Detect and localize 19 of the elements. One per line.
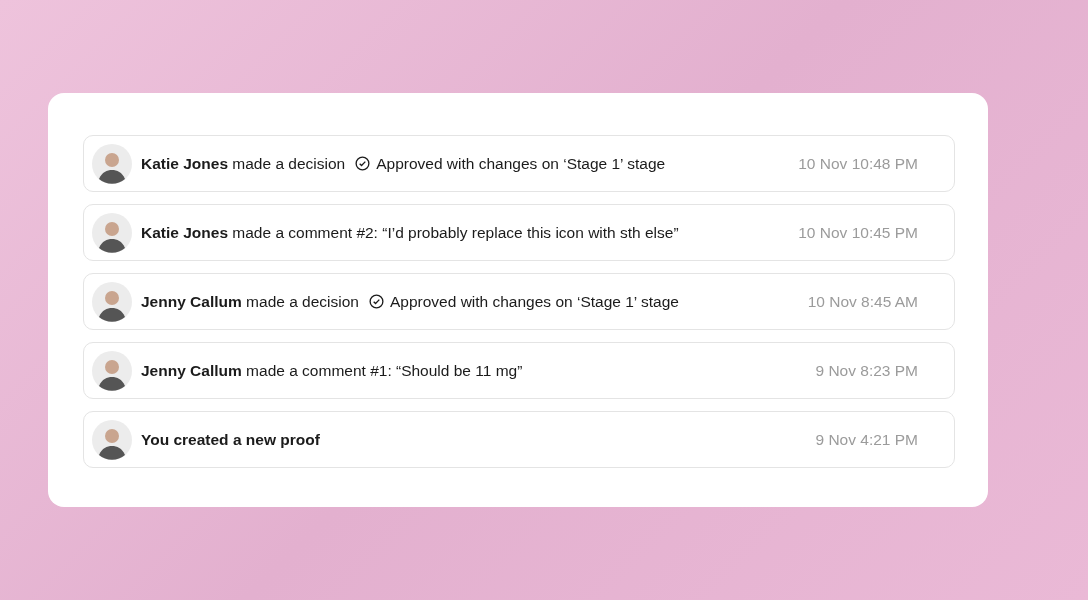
timestamp: 10 Nov 8:45 AM bbox=[807, 292, 918, 311]
avatar bbox=[92, 419, 132, 460]
check-circle-icon bbox=[355, 156, 371, 171]
timestamp: 9 Nov 4:21 PM bbox=[815, 430, 918, 449]
check-circle-icon bbox=[368, 294, 384, 309]
activity-text: You created a new proof bbox=[141, 430, 320, 449]
decision-text: Approved with changes on ‘Stage 1’ stage bbox=[389, 292, 679, 311]
avatar bbox=[92, 281, 132, 322]
timestamp: 10 Nov 10:45 PM bbox=[798, 223, 918, 242]
decision-text: Approved with changes on ‘Stage 1’ stage bbox=[376, 154, 666, 173]
timestamp: 10 Nov 10:48 PM bbox=[798, 154, 918, 173]
avatar bbox=[92, 350, 132, 391]
timestamp: 9 Nov 8:23 PM bbox=[815, 361, 918, 380]
activity-text: Katie Jones made a decision bbox=[141, 154, 346, 173]
avatar bbox=[92, 212, 132, 253]
avatar bbox=[92, 143, 132, 184]
activity-text: Katie Jones made a comment #2: “I’d probably replace this icon with sth else” bbox=[141, 223, 679, 242]
activity-text: Jenny Callum made a decision bbox=[141, 292, 359, 311]
activity-text: Jenny Callum made a comment #1: “Should be 11 mg” bbox=[141, 361, 523, 380]
